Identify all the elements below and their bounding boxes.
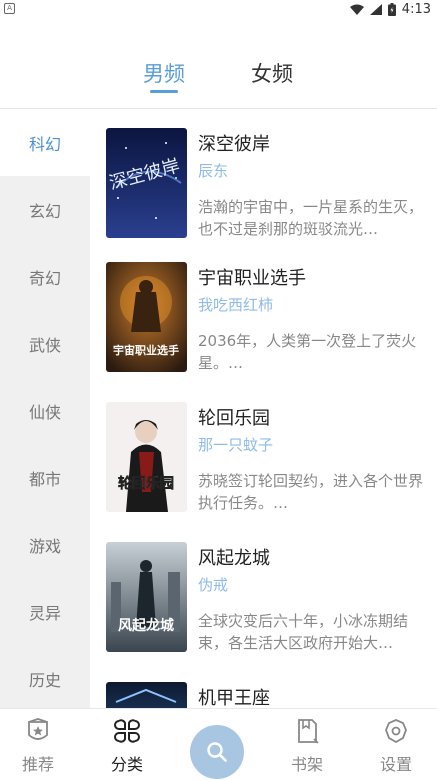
tab-male[interactable]: 男频 xyxy=(124,58,204,88)
sidebar-item-xianxia[interactable]: 仙侠 xyxy=(0,377,90,444)
notification-icon: A xyxy=(4,3,15,14)
book-item[interactable]: 机甲王座 xyxy=(90,682,437,708)
book-cover[interactable]: 宇宙职业选手 xyxy=(106,262,187,372)
nav-label: 设置 xyxy=(379,755,412,774)
book-title: 风起龙城 xyxy=(198,548,270,569)
book-item[interactable]: 深空彼岸 深空彼岸 辰东 浩瀚的宇宙中，一片星系的生灭，也不过是刹那的斑驳流光… xyxy=(90,128,437,248)
category-sidebar: 科幻 玄幻 奇幻 武侠 仙侠 都市 游戏 灵异 历史 xyxy=(0,109,90,708)
book-description: 浩瀚的宇宙中，一片星系的生灭，也不过是刹那的斑驳流光… xyxy=(198,198,424,238)
book-description: 苏晓签订轮回契约，进入各个世界执行任务。… xyxy=(198,472,424,512)
sidebar-item-scifi[interactable]: 科幻 xyxy=(0,109,90,176)
nav-label: 分类 xyxy=(110,755,143,774)
book-cover[interactable] xyxy=(106,682,187,708)
cover-title-text: 风起龙城 xyxy=(118,617,174,634)
cover-title-text: 轮回乐园 xyxy=(118,475,174,492)
nav-bookshelf[interactable]: 书架 xyxy=(272,717,342,775)
book-title: 宇宙职业选手 xyxy=(198,268,306,289)
search-icon xyxy=(207,742,227,762)
sidebar-item-fantasy[interactable]: 奇幻 xyxy=(0,243,90,310)
nav-category[interactable]: 分类 xyxy=(92,717,162,775)
gender-tabs: 男频 女频 xyxy=(0,48,437,96)
sidebar-item-supernatural[interactable]: 灵异 xyxy=(0,578,90,645)
bookshelf-icon xyxy=(298,719,319,744)
tab-female[interactable]: 女频 xyxy=(232,58,312,88)
book-author[interactable]: 那一只蚊子 xyxy=(198,434,273,455)
sidebar-item-history[interactable]: 历史 xyxy=(0,645,90,708)
nav-label: 推荐 xyxy=(21,755,54,774)
status-time: 4:13 xyxy=(401,1,431,17)
nav-settings[interactable]: 设置 xyxy=(361,717,431,775)
settings-icon xyxy=(385,719,407,744)
sidebar-item-wuxia[interactable]: 武侠 xyxy=(0,310,90,377)
nav-label: 书架 xyxy=(290,755,323,774)
book-cover[interactable]: 风起龙城 xyxy=(106,542,187,652)
book-item[interactable]: 风起龙城 风起龙城 伪戒 全球灾变后六十年，小冰冻期结束，各生活大区政府开始大… xyxy=(90,542,437,662)
book-title: 机甲王座 xyxy=(198,688,270,708)
book-cover[interactable]: 深空彼岸 xyxy=(106,128,187,238)
book-list: 深空彼岸 深空彼岸 辰东 浩瀚的宇宙中，一片星系的生灭，也不过是刹那的斑驳流光…… xyxy=(90,109,437,708)
category-icon xyxy=(114,719,140,743)
cover-title-text: 宇宙职业选手 xyxy=(113,343,179,357)
wifi-icon xyxy=(349,4,364,15)
book-author[interactable]: 我吃西红柿 xyxy=(198,294,273,315)
book-author[interactable]: 伪戒 xyxy=(198,574,228,595)
signal-icon xyxy=(369,3,382,15)
book-description: 全球灾变后六十年，小冰冻期结束，各生活大区政府开始大… xyxy=(198,612,409,652)
bottom-navigation: 推荐 分类 书架 设置 xyxy=(0,708,437,780)
status-bar: A 4:13 xyxy=(0,0,437,18)
shield-star-icon xyxy=(28,718,48,740)
sidebar-item-urban[interactable]: 都市 xyxy=(0,444,90,511)
search-button[interactable] xyxy=(190,725,244,779)
book-author[interactable]: 辰东 xyxy=(198,160,228,181)
nav-recommend[interactable]: 推荐 xyxy=(3,717,73,775)
book-item[interactable]: 轮回乐园 轮回乐园 那一只蚊子 苏晓签订轮回契约，进入各个世界执行任务。… xyxy=(90,402,437,522)
status-icons: 4:13 xyxy=(349,0,431,18)
book-item[interactable]: 宇宙职业选手 宇宙职业选手 我吃西红柿 2036年，人类第一次登上了荧火星。… xyxy=(90,262,437,382)
book-description: 2036年，人类第一次登上了荧火星。… xyxy=(198,332,417,372)
sidebar-item-game[interactable]: 游戏 xyxy=(0,511,90,578)
book-cover[interactable]: 轮回乐园 xyxy=(106,402,187,512)
book-title: 深空彼岸 xyxy=(198,134,270,155)
book-title: 轮回乐园 xyxy=(198,408,270,429)
sidebar-item-xuanhuan[interactable]: 玄幻 xyxy=(0,176,90,243)
active-tab-indicator xyxy=(150,90,178,93)
battery-icon xyxy=(387,2,396,16)
